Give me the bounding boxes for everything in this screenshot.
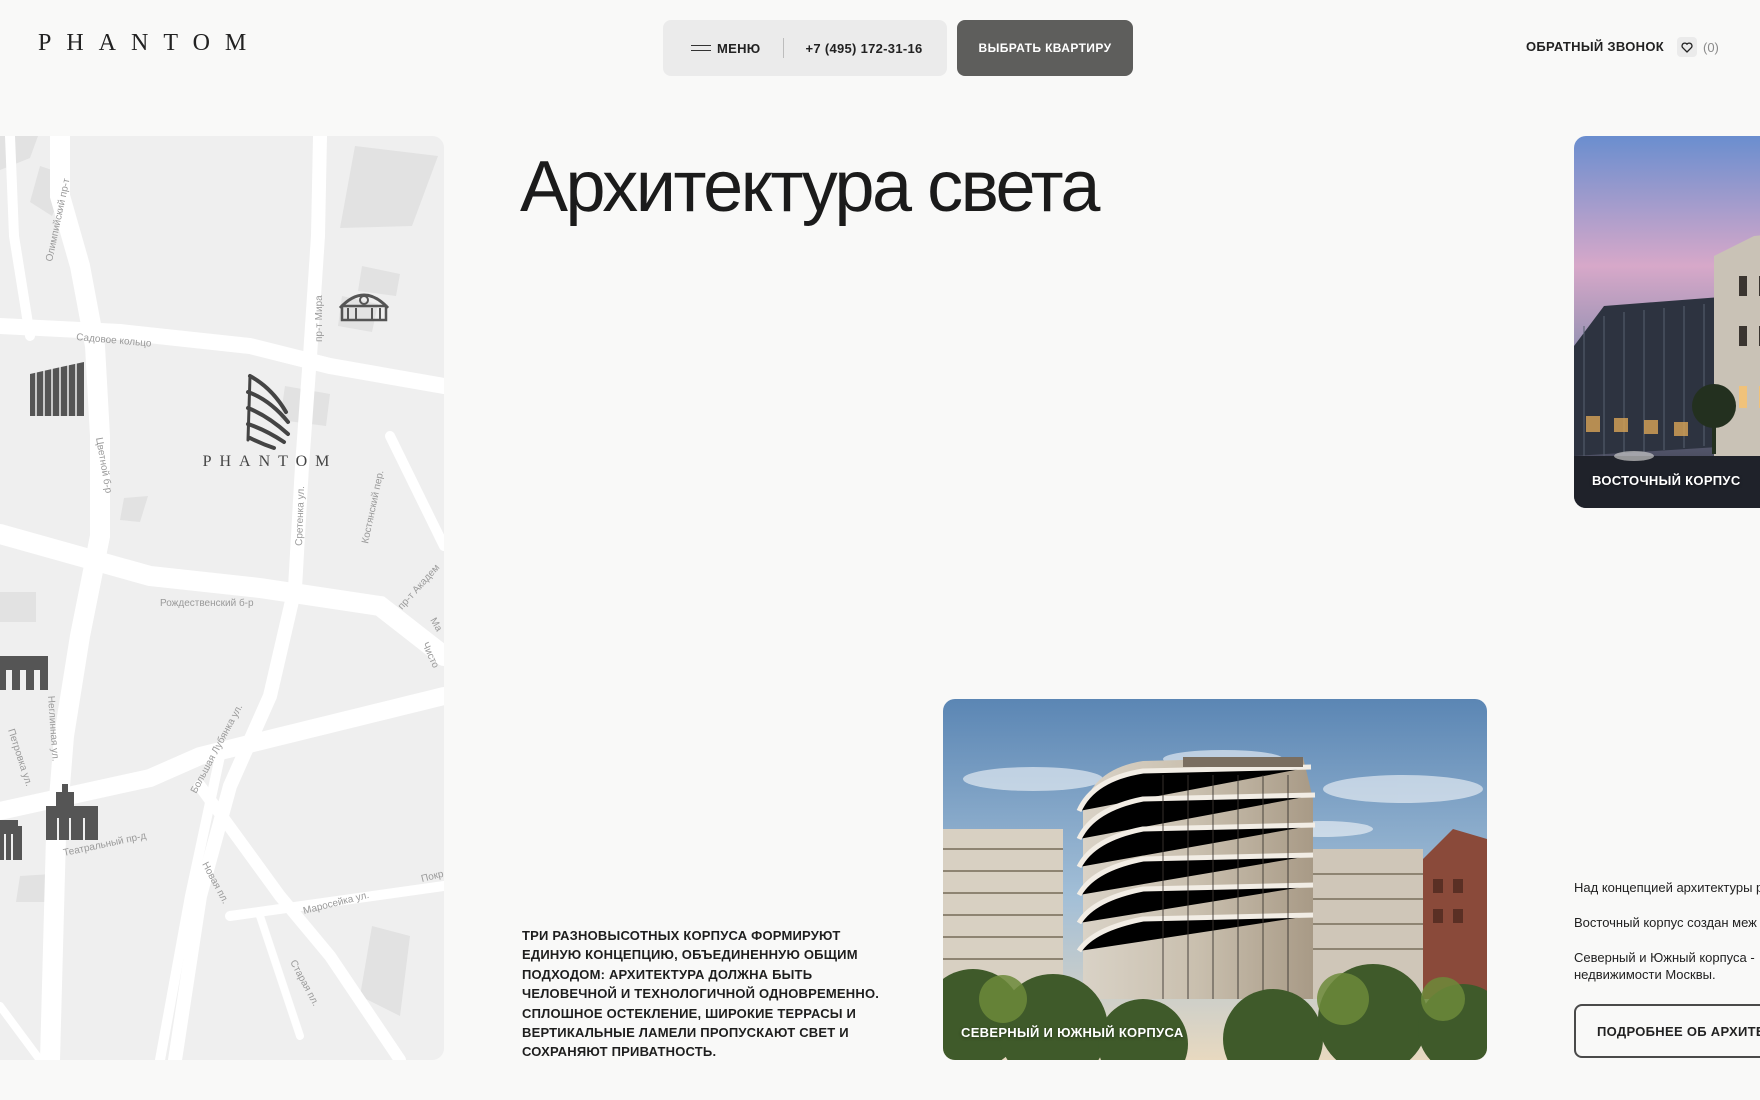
favorites-count: (0) <box>1703 39 1719 55</box>
card-label: ВОСТОЧНЫЙ КОРПУС <box>1592 473 1741 488</box>
favorites-button[interactable]: (0) <box>1677 37 1719 57</box>
phone-link[interactable]: +7 (495) 172-31-16 <box>806 41 923 56</box>
choose-apartment-button[interactable]: ВЫБРАТЬ КВАРТИРУ <box>957 20 1133 76</box>
card-label: СЕВЕРНЫЙ И ЮЖНЫЙ КОРПУСА <box>961 1025 1184 1040</box>
divider <box>782 38 784 58</box>
more-about-architecture-button[interactable]: ПОДРОБНЕЕ ОБ АРХИТЕК <box>1574 1004 1760 1058</box>
map-phantom-label: PHANTOM <box>203 453 338 470</box>
heart-icon <box>1677 37 1697 57</box>
landmark-theatre-icon[interactable] <box>0 656 48 690</box>
menu-button[interactable]: МЕНЮ <box>691 41 761 56</box>
north-south-building-image <box>943 699 1487 1060</box>
map-street-label: Сретенка ул. <box>294 486 307 546</box>
map-street-label: пр-т Мира <box>314 295 325 342</box>
header-nav-pill: МЕНЮ +7 (495) 172-31-16 <box>663 20 947 76</box>
architecture-text-3b: недвижимости Москвы. <box>1574 967 1716 982</box>
east-building-image <box>1574 136 1760 508</box>
east-building-card[interactable]: ВОСТОЧНЫЙ КОРПУС <box>1574 136 1760 508</box>
brand-logo[interactable]: PHANTOM <box>38 30 261 57</box>
architecture-text-2: Восточный корпус создан меж <box>1574 915 1757 930</box>
landmark-bolshoi-icon[interactable] <box>0 820 22 860</box>
description-text: Три разновысотных корпуса формируют един… <box>522 928 880 1060</box>
location-map[interactable]: Олимпийский пр-т Садовое кольцо пр-т Мир… <box>0 136 444 1060</box>
north-south-building-card[interactable]: СЕВЕРНЫЙ И ЮЖНЫЙ КОРПУСА <box>943 699 1487 1060</box>
architecture-text-3a: Северный и Южный корпуса - <box>1574 950 1755 965</box>
callback-link[interactable]: ОБРАТНЫЙ ЗВОНОК <box>1526 39 1664 54</box>
menu-label: МЕНЮ <box>717 40 761 56</box>
hamburger-icon <box>691 44 711 53</box>
architecture-text-1: Над концепцией архитектуры р <box>1574 880 1760 895</box>
page-title: Архитектура света <box>520 147 1100 227</box>
map-street-label: Рождественский б-р <box>160 597 254 609</box>
